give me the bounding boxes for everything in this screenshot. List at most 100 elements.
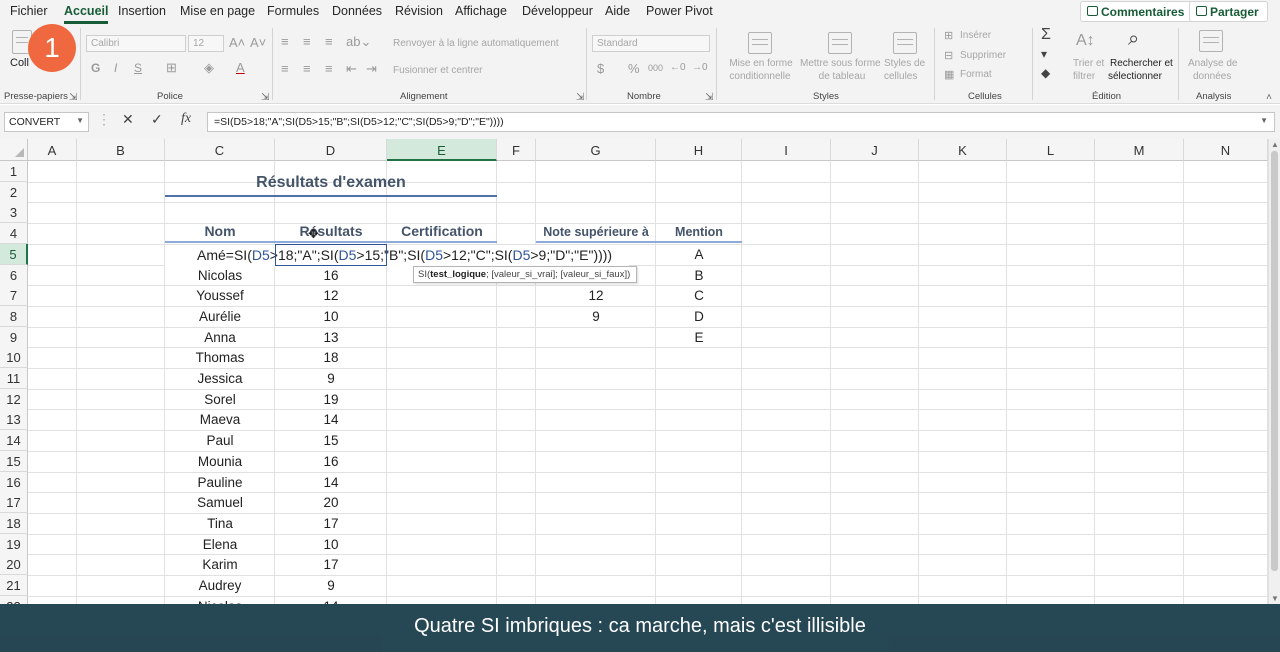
row-header-22[interactable]: 22 (0, 595, 28, 604)
row-header-3[interactable]: 3 (0, 202, 28, 224)
score-cell[interactable]: 16 (275, 266, 387, 286)
column-header-l[interactable]: L (1007, 139, 1095, 161)
student-name-cell[interactable]: Karim (165, 555, 275, 575)
find-select-line2[interactable]: sélectionner (1108, 71, 1162, 82)
score-cell[interactable]: 15 (275, 431, 387, 451)
threshold-cell[interactable] (536, 266, 656, 286)
score-cell[interactable]: 13 (275, 328, 387, 348)
align-middle-icon[interactable]: ≡ (303, 34, 311, 49)
chevron-down-icon[interactable]: ▼ (76, 116, 84, 125)
decimal-increase-icon[interactable]: ←0 (670, 62, 686, 73)
analyze-data-line2[interactable]: données (1193, 71, 1231, 82)
score-cell[interactable]: 17 (275, 555, 387, 575)
font-grow-icon[interactable]: A˄ (229, 35, 245, 50)
tab-aide[interactable]: Aide (605, 4, 630, 18)
thousands-button[interactable]: 000 (648, 63, 663, 73)
conditional-format-line2[interactable]: conditionnelle (724, 71, 796, 82)
row-header-15[interactable]: 15 (0, 450, 28, 472)
column-header-m[interactable]: M (1095, 139, 1184, 161)
score-cell[interactable]: 14 (275, 473, 387, 493)
cell-styles-line2[interactable]: cellules (884, 71, 917, 82)
expand-formula-icon[interactable]: ▼ (1260, 116, 1268, 125)
autosum-icon[interactable]: Σ (1041, 26, 1051, 44)
tab-revision[interactable]: Révision (395, 4, 443, 18)
row-header-21[interactable]: 21 (0, 575, 28, 596)
share-button[interactable]: Partager (1189, 1, 1268, 22)
score-cell[interactable]: 20 (275, 493, 387, 513)
conditional-format-icon[interactable] (748, 32, 772, 54)
student-name-cell[interactable]: Aurélie (165, 307, 275, 327)
score-cell[interactable]: 9 (275, 576, 387, 596)
student-name-cell[interactable]: Thomas (165, 348, 275, 368)
threshold-cell[interactable] (536, 245, 656, 265)
align-right-icon[interactable]: ≡ (325, 61, 333, 76)
student-name-cell[interactable]: Sorel (165, 390, 275, 410)
row-header-7[interactable]: 7 (0, 285, 28, 307)
vertical-scrollbar[interactable]: ▲ ▼ (1268, 139, 1280, 604)
wrap-text-button[interactable]: Renvoyer à la ligne automatiquement (393, 38, 559, 49)
font-shrink-icon[interactable]: A˅ (250, 35, 266, 50)
sort-filter-line2[interactable]: filtrer (1073, 71, 1095, 82)
name-box[interactable]: CONVERT ▼ (4, 112, 89, 132)
row-header-1[interactable]: 1 (0, 161, 28, 182)
conditional-format-line1[interactable]: Mise en forme (728, 58, 794, 69)
decimal-decrease-icon[interactable]: →0 (692, 62, 708, 73)
score-cell[interactable]: 10 (275, 535, 387, 555)
merge-center-button[interactable]: Fusionner et centrer (393, 65, 483, 76)
format-as-table-icon[interactable] (828, 32, 852, 54)
delete-cells-icon[interactable]: ⊟ (944, 49, 953, 62)
tab-fichier[interactable]: Fichier (10, 4, 48, 18)
number-format-select[interactable]: Standard (592, 35, 710, 52)
format-as-table-line2[interactable]: de tableau (806, 71, 878, 82)
analyze-data-icon[interactable] (1199, 30, 1223, 52)
percent-button[interactable]: % (628, 61, 640, 76)
score-cell[interactable]: 17 (275, 514, 387, 534)
scroll-thumb[interactable] (1271, 151, 1278, 571)
row-header-8[interactable]: 8 (0, 305, 28, 327)
search-icon[interactable]: ⌕ (1128, 28, 1139, 51)
align-center-icon[interactable]: ≡ (303, 61, 311, 76)
format-cells-icon[interactable]: ▦ (944, 68, 954, 81)
font-color-icon[interactable]: A (236, 60, 245, 75)
insert-function-button[interactable]: fx (181, 111, 191, 127)
delete-cells-button[interactable]: Supprimer (960, 50, 1006, 61)
column-header-e[interactable]: E (387, 139, 497, 161)
currency-button[interactable]: $ (597, 61, 604, 76)
cell-styles-icon[interactable] (893, 32, 917, 54)
tab-insertion[interactable]: Insertion (118, 4, 166, 18)
scroll-up-icon[interactable]: ▲ (1271, 140, 1279, 149)
student-name-cell[interactable]: Audrey (165, 576, 275, 596)
student-name-cell[interactable]: Maeva (165, 410, 275, 430)
tab-formules[interactable]: Formules (267, 4, 319, 18)
clipboard-launcher-icon[interactable]: ⇲ (69, 92, 77, 103)
student-name-cell[interactable]: Nicolas (165, 597, 275, 604)
row-header-14[interactable]: 14 (0, 430, 28, 452)
row-header-10[interactable]: 10 (0, 347, 28, 369)
mention-cell[interactable]: A (656, 245, 742, 265)
column-header-g[interactable]: G (536, 139, 656, 161)
scroll-down-icon[interactable]: ▼ (1271, 594, 1279, 603)
align-left-icon[interactable]: ≡ (281, 61, 289, 76)
align-top-icon[interactable]: ≡ (281, 34, 289, 49)
clear-icon[interactable]: ◆ (1041, 66, 1050, 80)
format-as-table-line1[interactable]: Mettre sous forme (800, 58, 881, 69)
column-header-d[interactable]: D (275, 139, 387, 161)
mention-cell[interactable]: D (656, 307, 742, 327)
tab-affichage[interactable]: Affichage (455, 4, 507, 18)
font-launcher-icon[interactable]: ⇲ (261, 92, 269, 103)
row-header-11[interactable]: 11 (0, 368, 28, 389)
tab-mise-en-page[interactable]: Mise en page (180, 4, 255, 18)
bold-button[interactable]: G (91, 61, 100, 75)
threshold-cell[interactable] (536, 328, 656, 348)
collapse-ribbon-icon[interactable]: ˄ (1266, 92, 1272, 103)
indent-increase-icon[interactable]: ⇥ (366, 61, 377, 77)
score-cell[interactable]: 18 (275, 348, 387, 368)
fill-icon[interactable]: ▾ (1041, 47, 1047, 61)
fill-color-icon[interactable]: ◈ (204, 60, 214, 76)
column-header-i[interactable]: I (742, 139, 831, 161)
row-header-16[interactable]: 16 (0, 471, 28, 493)
student-name-cell[interactable]: Jessica (165, 369, 275, 389)
sort-filter-icon[interactable]: A↕ (1076, 32, 1095, 50)
tab-power-pivot[interactable]: Power Pivot (646, 4, 713, 18)
mention-cell[interactable]: C (656, 286, 742, 306)
